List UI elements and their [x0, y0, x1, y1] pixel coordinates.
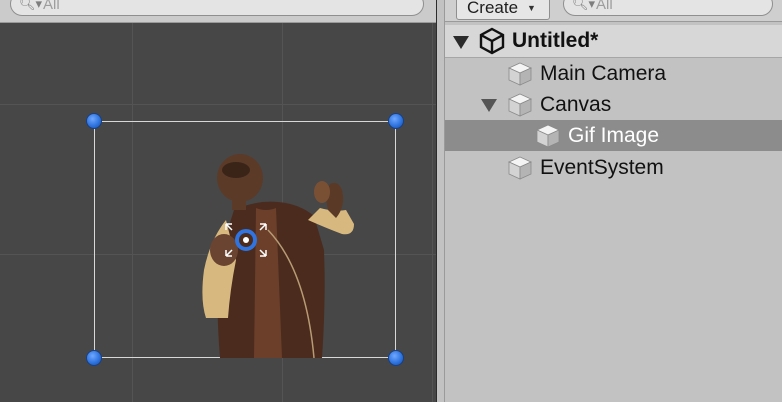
expand-arrow-icon[interactable] [481, 99, 497, 112]
resize-handle-top-right[interactable] [388, 113, 404, 129]
gameobject-cube-icon [508, 62, 532, 86]
gameobject-cube-icon [508, 93, 532, 117]
hierarchy-item-eventsystem[interactable]: EventSystem [445, 152, 782, 183]
hierarchy-toolbar: Create ▼ 🔍︎▾ All [445, 0, 782, 22]
search-dropdown-icon[interactable]: 🔍︎▾ [19, 0, 42, 12]
unity-scene-icon [479, 27, 505, 55]
scene-toolbar: 🔍︎▾ All [0, 0, 436, 23]
scene-search-placeholder: All [43, 0, 60, 13]
hierarchy-panel: Create ▼ 🔍︎▾ All Untitled* Main Camera C… [445, 0, 782, 402]
hierarchy-item-label: Canvas [540, 92, 612, 116]
panel-splitter[interactable] [436, 0, 445, 402]
scene-search-input[interactable]: 🔍︎▾ All [10, 0, 424, 16]
grid-line [0, 104, 436, 105]
pivot-gizmo-icon[interactable] [222, 216, 270, 264]
hierarchy-item-canvas[interactable]: Canvas [445, 89, 782, 120]
resize-handle-bottom-left[interactable] [86, 350, 102, 366]
hierarchy-item-gif-image[interactable]: Gif Image [445, 120, 782, 151]
dropdown-arrow-icon: ▼ [527, 3, 536, 13]
scene-view[interactable]: 🔍︎▾ All [0, 0, 436, 402]
create-button[interactable]: Create ▼ [456, 0, 550, 20]
resize-handle-top-left[interactable] [86, 113, 102, 129]
hierarchy-item-main-camera[interactable]: Main Camera [445, 58, 782, 89]
expand-arrow-icon[interactable] [453, 36, 469, 49]
gameobject-cube-icon [536, 124, 560, 148]
grid-line [432, 22, 433, 402]
hierarchy-search-placeholder: All [596, 0, 613, 13]
gif-image-person[interactable] [196, 150, 360, 358]
create-label: Create [467, 0, 519, 17]
resize-handle-bottom-right[interactable] [388, 350, 404, 366]
hierarchy-item-label: Gif Image [568, 123, 660, 147]
scene-root-row[interactable]: Untitled* [445, 25, 782, 58]
hierarchy-search-input[interactable]: 🔍︎▾ All [563, 0, 773, 16]
hierarchy-item-label: Main Camera [540, 61, 667, 85]
scene-name: Untitled* [512, 29, 599, 52]
gameobject-cube-icon [508, 156, 532, 180]
hierarchy-item-label: EventSystem [540, 155, 664, 179]
search-dropdown-icon[interactable]: 🔍︎▾ [572, 0, 595, 12]
